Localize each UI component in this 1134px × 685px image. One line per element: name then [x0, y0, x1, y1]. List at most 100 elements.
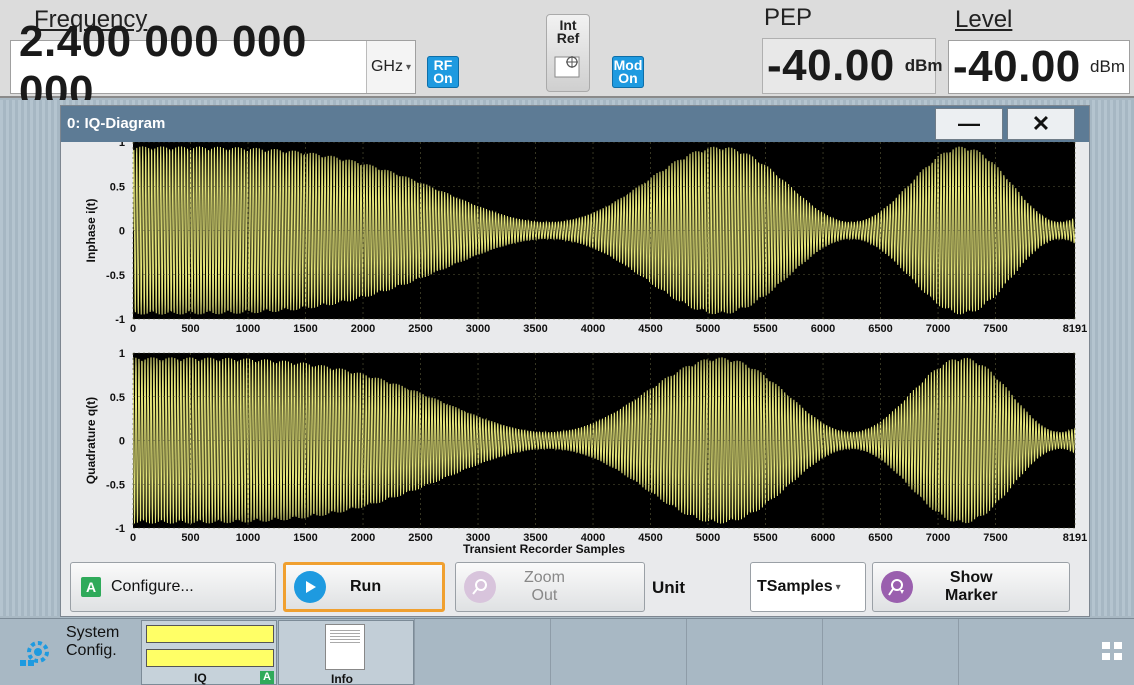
- a-badge-icon: A: [81, 577, 101, 597]
- zoom-out-label: Zoom Out: [524, 569, 565, 605]
- y-tick-label: 0: [119, 436, 125, 448]
- x-axis-label: Transient Recorder Samples: [463, 542, 625, 556]
- chevron-down-icon: ▾: [405, 61, 411, 73]
- unit-select-value: TSamples: [757, 578, 833, 595]
- reference-connector-icon: [554, 56, 580, 78]
- iq-plots: 1 0.5 0 -0.5 -1 0 500 1000 1500 2000 2500 3000 3500 4…: [84, 142, 1087, 556]
- info-task-thumbnail[interactable]: Info: [278, 620, 414, 685]
- system-config-button[interactable]: System Config.: [10, 622, 140, 682]
- taskbar-slot-empty[interactable]: [414, 619, 550, 685]
- y-tick-label: 0.5: [110, 392, 125, 404]
- iq-task-label: IQ: [194, 671, 207, 685]
- x-tick-label: 6500: [868, 323, 892, 335]
- minimize-button[interactable]: —: [935, 108, 1003, 140]
- x-tick-label: 1500: [293, 532, 317, 544]
- window-switch-icon[interactable]: [1098, 636, 1128, 666]
- x-tick-label: 5500: [753, 532, 777, 544]
- zoom-out-line2: Out: [531, 587, 558, 604]
- level-label[interactable]: Level: [955, 6, 1012, 34]
- level-unit: dBm: [1090, 57, 1125, 76]
- close-icon: ✕: [1031, 111, 1051, 136]
- taskbar-slot-empty[interactable]: [822, 619, 958, 685]
- configure-label: Configure...: [111, 578, 194, 595]
- x-tick-label: 8191: [1063, 323, 1087, 335]
- x-tick-label: 2500: [408, 532, 432, 544]
- zoom-out-button[interactable]: Zoom Out: [455, 562, 645, 612]
- show-marker-label: Show Marker: [945, 569, 997, 605]
- document-lines: [330, 629, 360, 643]
- level-value: -40.00: [953, 42, 1081, 91]
- mod-toggle-line2: On: [618, 70, 638, 86]
- configure-button[interactable]: A Configure...: [70, 562, 276, 612]
- close-button[interactable]: ✕: [1007, 108, 1075, 140]
- x-tick-label: 2000: [351, 323, 375, 335]
- taskbar-slot-empty[interactable]: [686, 619, 822, 685]
- system-config-line2: Config.: [66, 642, 117, 659]
- x-tick-label: 5000: [696, 532, 720, 544]
- system-config-label: System Config.: [66, 624, 119, 660]
- y-axis-label: Quadrature q(t): [84, 397, 98, 484]
- x-tick-label: 7000: [926, 532, 950, 544]
- x-tick-label: 5500: [753, 323, 777, 335]
- dialog-title: 0: IQ-Diagram: [67, 115, 166, 132]
- unit-select[interactable]: TSamples ▾: [750, 562, 866, 612]
- taskbar-slot-empty[interactable]: [550, 619, 686, 685]
- x-tick-label: 500: [181, 532, 199, 544]
- x-tick-label: 4000: [581, 323, 605, 335]
- x-tick-label: 3000: [466, 323, 490, 335]
- iq-thumb-trace-1: [146, 625, 274, 643]
- status-bar: Frequency 2.400 000 000 000 GHz ▾ RF On …: [0, 0, 1134, 116]
- y-tick-label: 1: [119, 348, 125, 360]
- level-unit-select[interactable]: dBm: [1086, 41, 1129, 93]
- level-field[interactable]: -40.00 dBm: [948, 40, 1130, 94]
- y-tick-label: -0.5: [106, 270, 125, 282]
- y-tick-label: -1: [115, 523, 125, 535]
- int-ref-line2: Ref: [556, 30, 580, 46]
- y-tick-label: -0.5: [106, 479, 125, 491]
- x-tick-label: 7500: [983, 532, 1007, 544]
- gear-icon: [20, 641, 49, 666]
- x-tick-label: 2500: [408, 323, 432, 335]
- y-tick-label: -1: [115, 314, 125, 326]
- x-tick-label: 1000: [236, 323, 260, 335]
- x-tick-label: 1000: [236, 532, 260, 544]
- int-ref-button[interactable]: Int Ref: [546, 14, 590, 92]
- pep-display: -40.00 dBm: [762, 38, 943, 94]
- mod-on-toggle[interactable]: Mod On: [612, 56, 644, 88]
- x-tick-label: 6500: [868, 532, 892, 544]
- zoom-out-line1: Zoom: [524, 569, 565, 586]
- pep-unit: dBm: [904, 56, 943, 75]
- y-tick-label: 0.5: [110, 181, 125, 193]
- play-icon: [294, 571, 326, 603]
- x-tick-label: 2000: [351, 532, 375, 544]
- x-tick-label: 6000: [811, 532, 835, 544]
- y-axis-label: Inphase i(t): [84, 198, 98, 262]
- run-label: Run: [350, 578, 382, 595]
- chevron-down-icon: ▾: [835, 581, 841, 593]
- x-tick-label: 3500: [523, 323, 547, 335]
- dialog-title-bar[interactable]: 0: IQ-Diagram — ✕: [61, 106, 1089, 142]
- x-tick-label: 1500: [293, 323, 317, 335]
- rf-on-toggle[interactable]: RF On: [427, 56, 459, 88]
- unit-label: Unit: [652, 578, 686, 597]
- taskbar-slot-empty[interactable]: [958, 619, 1094, 685]
- system-config-line1: System: [66, 624, 120, 641]
- zoom-out-icon: [464, 571, 496, 603]
- show-marker-button[interactable]: Show Marker: [872, 562, 1070, 612]
- marker-icon: [881, 571, 913, 603]
- pep-label: PEP: [764, 4, 813, 31]
- app-root: Frequency 2.400 000 000 000 GHz ▾ RF On …: [0, 0, 1134, 685]
- x-tick-label: 8191: [1063, 532, 1087, 544]
- frequency-field[interactable]: 2.400 000 000 000 GHz ▾: [10, 17, 416, 116]
- y-tick-label: 0: [119, 226, 125, 238]
- iq-task-thumbnail[interactable]: IQ A: [141, 620, 277, 685]
- x-tick-label: 4500: [638, 323, 662, 335]
- x-tick-label: 7000: [926, 323, 950, 335]
- show-marker-line1: Show: [949, 569, 993, 586]
- info-task-label: Info: [331, 672, 353, 685]
- run-button[interactable]: Run: [283, 562, 445, 612]
- frequency-unit-select[interactable]: GHz ▾: [365, 41, 415, 93]
- x-tick-label: 5000: [696, 323, 720, 335]
- iq-thumb-trace-2: [146, 649, 274, 667]
- x-tick-label: 500: [181, 323, 199, 335]
